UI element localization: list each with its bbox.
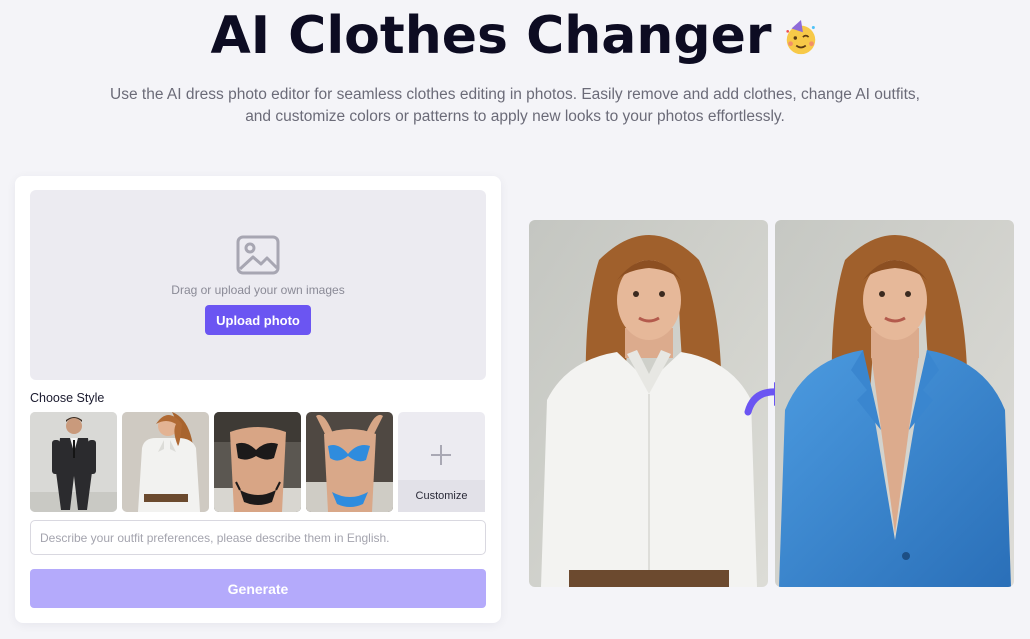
subtitle: Use the AI dress photo editor for seamle… — [90, 84, 940, 128]
upload-dropzone[interactable]: Drag or upload your own images Upload ph… — [30, 190, 486, 380]
customize-style-tile[interactable]: Customize — [398, 412, 485, 512]
choose-style-label: Choose Style — [30, 391, 105, 405]
style-black-lingerie-thumbnail[interactable] — [214, 412, 301, 512]
generate-button[interactable]: Generate — [30, 569, 486, 608]
style-blue-bikini-thumbnail[interactable] — [306, 412, 393, 512]
page-title: AI Clothes Changer — [210, 6, 772, 66]
style-white-shirt-thumbnail[interactable] — [122, 412, 209, 512]
editor-panel: Drag or upload your own images Upload ph… — [15, 176, 501, 623]
style-options: Customize — [30, 412, 486, 512]
upload-hint: Drag or upload your own images — [171, 283, 345, 297]
party-face-icon — [785, 19, 815, 55]
style-suit-thumbnail[interactable] — [30, 412, 117, 512]
after-photo — [775, 220, 1014, 587]
customize-label: Customize — [398, 480, 485, 512]
image-icon — [236, 235, 280, 275]
outfit-description-input[interactable] — [30, 520, 486, 555]
subtitle-line-2: and customize colors or patterns to appl… — [245, 108, 785, 125]
before-photo — [529, 220, 768, 587]
title-row: AI Clothes Changer — [0, 6, 1030, 66]
upload-photo-button[interactable]: Upload photo — [205, 305, 311, 335]
plus-icon — [431, 445, 451, 465]
subtitle-line-1: Use the AI dress photo editor for seamle… — [110, 86, 920, 103]
